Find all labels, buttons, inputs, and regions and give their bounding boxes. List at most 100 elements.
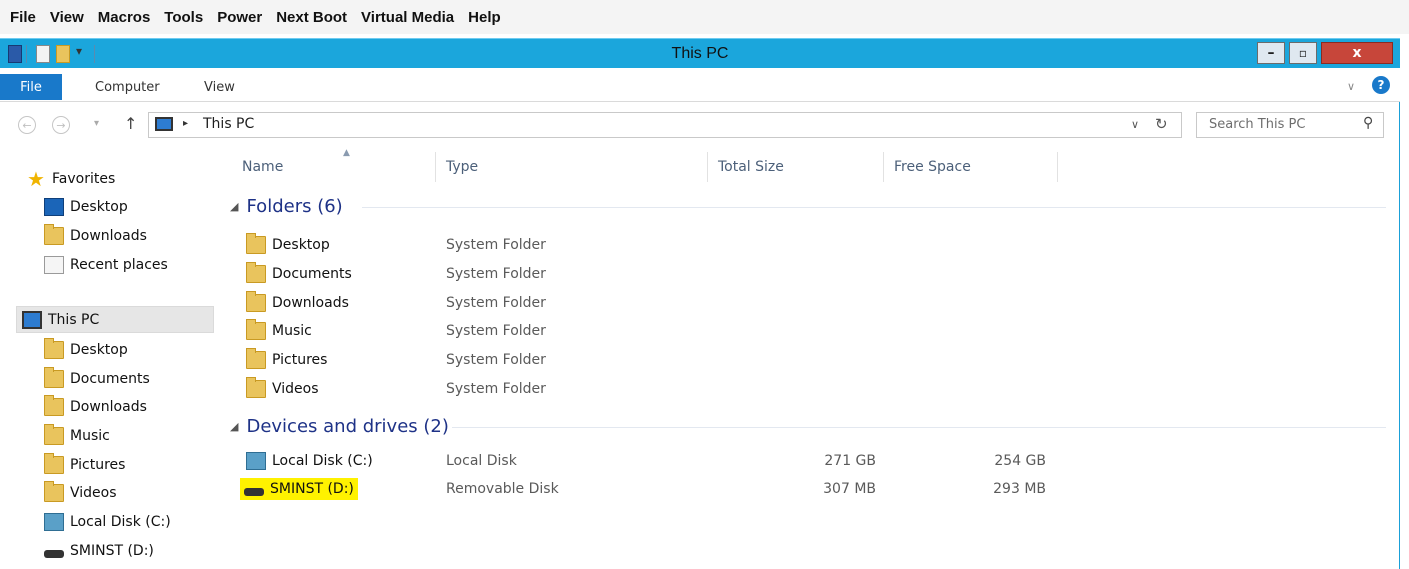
list-item[interactable]: Local Disk (C:) Local Disk 271 GB 254 GB <box>240 448 1400 474</box>
item-name: Videos <box>272 381 319 397</box>
item-type: System Folder <box>446 352 546 368</box>
kvm-menu-next-boot[interactable]: Next Boot <box>276 9 347 26</box>
downloads-folder-icon <box>246 291 266 312</box>
address-dropdown-icon[interactable]: ∨ <box>1131 118 1139 131</box>
highlight-marker: SMINST (D:) <box>240 478 358 500</box>
recent-places-icon <box>44 256 64 274</box>
group-divider <box>452 427 1386 428</box>
address-bar[interactable]: ▸ This PC ∨ ↻ <box>148 112 1182 138</box>
collapse-icon[interactable]: ◢ <box>230 420 238 433</box>
desktop-folder-icon <box>44 338 64 359</box>
nav-this-pc-label: This PC <box>48 312 100 328</box>
navigation-pane: ★ Favorites Desktop Downloads Recent pla… <box>0 148 216 569</box>
item-name: Pictures <box>272 352 328 368</box>
nav-label: Music <box>70 428 110 444</box>
nav-favorites-desktop[interactable]: Desktop <box>44 194 128 220</box>
item-type: System Folder <box>446 323 546 339</box>
list-item[interactable]: Documents System Folder <box>240 261 1400 287</box>
breadcrumb-separator-icon[interactable]: ▸ <box>183 118 188 129</box>
ribbon-expand-icon[interactable]: ∨ <box>1347 80 1355 93</box>
item-name: Documents <box>272 266 352 282</box>
pictures-folder-icon <box>246 348 266 369</box>
local-disk-icon <box>44 513 64 531</box>
group-drives-label: Devices and drives (2) <box>246 415 449 437</box>
kvm-menu-power[interactable]: Power <box>217 9 262 26</box>
kvm-menu-virtual-media[interactable]: Virtual Media <box>361 9 454 26</box>
item-type: System Folder <box>446 381 546 397</box>
nav-favorites[interactable]: ★ Favorites <box>26 166 115 192</box>
search-box[interactable]: Search This PC ⚲ <box>1196 112 1384 138</box>
search-placeholder: Search This PC <box>1209 117 1306 132</box>
collapse-icon[interactable]: ◢ <box>230 200 238 213</box>
nav-this-pc-sminst[interactable]: SMINST (D:) <box>44 538 154 564</box>
nav-label: Recent places <box>70 257 168 273</box>
help-icon[interactable]: ? <box>1372 76 1390 94</box>
nav-label: Desktop <box>70 199 128 215</box>
item-free-space: 293 MB <box>993 481 1046 497</box>
videos-folder-icon <box>246 377 266 398</box>
minimize-button[interactable]: – <box>1257 42 1285 64</box>
up-arrow-icon[interactable]: ↑ <box>124 114 137 133</box>
group-folders-label: Folders (6) <box>246 195 343 217</box>
kvm-menu-help[interactable]: Help <box>468 9 501 26</box>
group-devices-drives[interactable]: ◢ Devices and drives (2) <box>216 412 449 440</box>
kvm-menu-file[interactable]: File <box>10 9 36 26</box>
back-button[interactable]: ← <box>18 116 36 134</box>
nav-label: Downloads <box>70 399 147 415</box>
navigation-bar: ← → ▾ ↑ ▸ This PC ∨ ↻ Search This PC ⚲ <box>0 108 1400 140</box>
restore-button[interactable]: ▫ <box>1289 42 1317 64</box>
desktop-folder-icon <box>246 233 266 254</box>
nav-this-pc-videos[interactable]: Videos <box>44 480 117 506</box>
pictures-folder-icon <box>44 453 64 474</box>
item-type: System Folder <box>446 295 546 311</box>
item-name: Downloads <box>272 295 349 311</box>
ribbon: File Computer View ∨ ? <box>0 68 1400 102</box>
item-total-size: 271 GB <box>824 453 876 469</box>
nav-label: Local Disk (C:) <box>70 514 171 530</box>
kvm-menu-tools[interactable]: Tools <box>164 9 203 26</box>
breadcrumb-this-pc[interactable]: This PC <box>203 116 254 132</box>
column-header-total-size[interactable]: Total Size <box>708 152 884 182</box>
column-header-name[interactable]: Name <box>232 152 436 182</box>
nav-this-pc-local-disk[interactable]: Local Disk (C:) <box>44 509 171 535</box>
nav-this-pc[interactable]: This PC <box>22 307 99 333</box>
nav-this-pc-documents[interactable]: Documents <box>44 366 150 392</box>
tab-computer[interactable]: Computer <box>95 80 160 95</box>
item-type: Local Disk <box>446 453 517 469</box>
search-icon[interactable]: ⚲ <box>1363 115 1373 131</box>
list-item[interactable]: Music System Folder <box>240 318 1400 344</box>
column-header-free-space[interactable]: Free Space <box>884 152 1058 182</box>
nav-favorites-downloads[interactable]: Downloads <box>44 223 147 249</box>
recent-locations-icon[interactable]: ▾ <box>94 118 99 129</box>
kvm-menu-bar: File View Macros Tools Power Next Boot V… <box>0 0 1409 34</box>
list-item[interactable]: Downloads System Folder <box>240 290 1400 316</box>
nav-this-pc-downloads[interactable]: Downloads <box>44 394 147 420</box>
list-item[interactable]: Desktop System Folder <box>240 232 1400 258</box>
window-title: This PC <box>671 45 729 62</box>
list-item[interactable]: SMINST (D:) Removable Disk 307 MB 293 MB <box>240 476 1400 502</box>
nav-favorites-label: Favorites <box>52 171 116 187</box>
tab-view[interactable]: View <box>204 80 235 95</box>
videos-folder-icon <box>44 481 64 502</box>
forward-button[interactable]: → <box>52 116 70 134</box>
item-type: Removable Disk <box>446 481 559 497</box>
nav-this-pc-pictures[interactable]: Pictures <box>44 452 125 478</box>
nav-favorites-recent-places[interactable]: Recent places <box>44 252 168 278</box>
refresh-icon[interactable]: ↻ <box>1155 115 1168 133</box>
tab-file[interactable]: File <box>0 74 62 100</box>
title-bar: ▾ This PC – ▫ x <box>0 38 1400 68</box>
list-item[interactable]: Pictures System Folder <box>240 347 1400 373</box>
nav-this-pc-music[interactable]: Music <box>44 423 110 449</box>
kvm-menu-view[interactable]: View <box>50 9 84 26</box>
this-pc-icon <box>155 117 173 131</box>
nav-label: Pictures <box>70 457 126 473</box>
column-header-type[interactable]: Type <box>436 152 708 182</box>
close-button[interactable]: x <box>1321 42 1393 64</box>
group-folders[interactable]: ◢ Folders (6) <box>216 192 343 220</box>
list-item[interactable]: Videos System Folder <box>240 376 1400 402</box>
kvm-menu-macros[interactable]: Macros <box>98 9 151 26</box>
group-divider <box>362 207 1386 208</box>
nav-this-pc-desktop[interactable]: Desktop <box>44 337 128 363</box>
favorites-star-icon: ★ <box>27 167 45 191</box>
desktop-icon <box>44 198 64 216</box>
